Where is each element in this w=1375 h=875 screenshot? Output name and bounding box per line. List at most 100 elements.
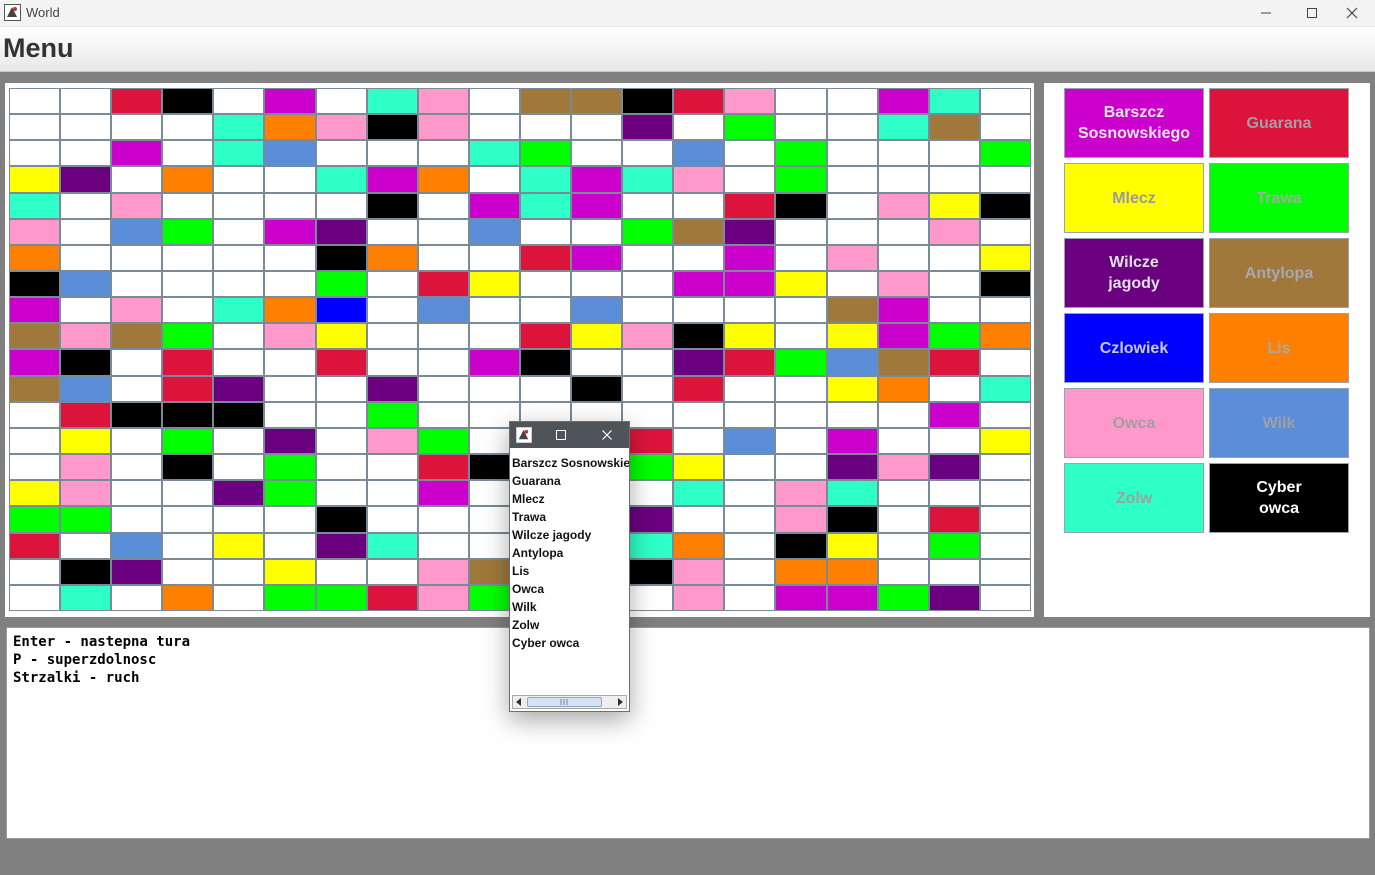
board-cell[interactable] (112, 141, 162, 166)
board-cell[interactable] (980, 507, 1030, 532)
board-cell[interactable] (469, 324, 519, 349)
board-cell[interactable] (265, 402, 315, 427)
board-cell[interactable] (61, 272, 111, 297)
legend-button[interactable]: Cyber owca (1209, 463, 1349, 533)
board-cell[interactable] (878, 298, 928, 323)
board-cell[interactable] (214, 481, 264, 506)
board-cell[interactable] (878, 559, 928, 584)
board-cell[interactable] (469, 89, 519, 114)
board-cell[interactable] (776, 559, 826, 584)
board-cell[interactable] (929, 533, 979, 558)
maximize-icon[interactable] (556, 430, 566, 440)
board-cell[interactable] (163, 376, 213, 401)
window-titlebar[interactable]: World (0, 0, 1375, 27)
legend-button[interactable]: Owca (1064, 388, 1204, 458)
board-cell[interactable] (878, 167, 928, 192)
board-cell[interactable] (623, 219, 673, 244)
board-cell[interactable] (520, 324, 571, 349)
list-item[interactable]: Guarana (512, 472, 629, 490)
board-cell[interactable] (163, 219, 213, 244)
info-console[interactable]: Enter - nastepna tura P - superzdolnosc … (6, 627, 1370, 839)
board-cell[interactable] (214, 402, 264, 427)
minimize-button[interactable] (1243, 0, 1289, 26)
board-cell[interactable] (674, 89, 724, 114)
board-cell[interactable] (572, 298, 622, 323)
board-cell[interactable] (367, 428, 417, 454)
board-cell[interactable] (61, 481, 111, 506)
board-cell[interactable] (265, 376, 315, 401)
board-cell[interactable] (418, 481, 468, 506)
board-cell[interactable] (163, 507, 213, 532)
board-cell[interactable] (316, 193, 366, 218)
board-cell[interactable] (265, 481, 315, 506)
board-cell[interactable] (418, 533, 468, 558)
board-cell[interactable] (929, 376, 979, 401)
board-cell[interactable] (10, 376, 60, 401)
board-cell[interactable] (163, 481, 213, 506)
close-button[interactable] (1329, 0, 1375, 26)
board-cell[interactable] (469, 167, 519, 192)
board-cell[interactable] (776, 376, 826, 401)
board-cell[interactable] (265, 245, 315, 271)
board-cell[interactable] (725, 115, 775, 140)
board-cell[interactable] (929, 219, 979, 244)
board-cell[interactable] (725, 350, 775, 375)
board-cell[interactable] (316, 585, 366, 610)
board-cell[interactable] (214, 376, 264, 401)
board-cell[interactable] (878, 89, 928, 114)
board-cell[interactable] (980, 350, 1030, 375)
list-item[interactable]: Owca (512, 580, 629, 598)
board-cell[interactable] (674, 219, 724, 244)
board-cell[interactable] (776, 455, 826, 480)
board-cell[interactable] (623, 585, 673, 610)
board-cell[interactable] (623, 350, 673, 375)
board-cell[interactable] (572, 376, 622, 401)
board-cell[interactable] (61, 245, 111, 271)
board-cell[interactable] (367, 376, 417, 401)
board-cell[interactable] (980, 167, 1030, 192)
board-cell[interactable] (878, 455, 928, 480)
board-cell[interactable] (572, 115, 622, 140)
board-cell[interactable] (623, 193, 673, 218)
board-cell[interactable] (929, 559, 979, 584)
board-cell[interactable] (623, 245, 673, 271)
board-cell[interactable] (827, 219, 877, 244)
board-cell[interactable] (214, 89, 264, 114)
board-cell[interactable] (725, 245, 775, 271)
board-cell[interactable] (623, 272, 673, 297)
board-cell[interactable] (520, 141, 571, 166)
board-cell[interactable] (265, 585, 315, 610)
board-cell[interactable] (10, 350, 60, 375)
board-cell[interactable] (418, 245, 468, 271)
board-cell[interactable] (112, 350, 162, 375)
board-cell[interactable] (878, 507, 928, 532)
board-cell[interactable] (367, 507, 417, 532)
board-cell[interactable] (418, 219, 468, 244)
board-cell[interactable] (776, 533, 826, 558)
board-cell[interactable] (776, 507, 826, 532)
board-cell[interactable] (10, 245, 60, 271)
board-cell[interactable] (878, 585, 928, 610)
board-cell[interactable] (725, 324, 775, 349)
board-cell[interactable] (367, 350, 417, 375)
board-cell[interactable] (572, 167, 622, 192)
legend-button[interactable]: Czlowiek (1064, 313, 1204, 383)
board-cell[interactable] (367, 324, 417, 349)
board-cell[interactable] (163, 402, 213, 427)
board-cell[interactable] (418, 167, 468, 192)
board-cell[interactable] (827, 376, 877, 401)
board-cell[interactable] (367, 89, 417, 114)
board-cell[interactable] (725, 167, 775, 192)
board-cell[interactable] (10, 428, 60, 454)
scroll-left-icon[interactable] (515, 698, 523, 706)
board-cell[interactable] (725, 376, 775, 401)
board-cell[interactable] (163, 167, 213, 192)
board-cell[interactable] (878, 141, 928, 166)
board-cell[interactable] (674, 245, 724, 271)
board-cell[interactable] (214, 507, 264, 532)
board-cell[interactable] (929, 481, 979, 506)
board-cell[interactable] (316, 324, 366, 349)
board-cell[interactable] (776, 141, 826, 166)
board-cell[interactable] (878, 193, 928, 218)
board-cell[interactable] (112, 559, 162, 584)
